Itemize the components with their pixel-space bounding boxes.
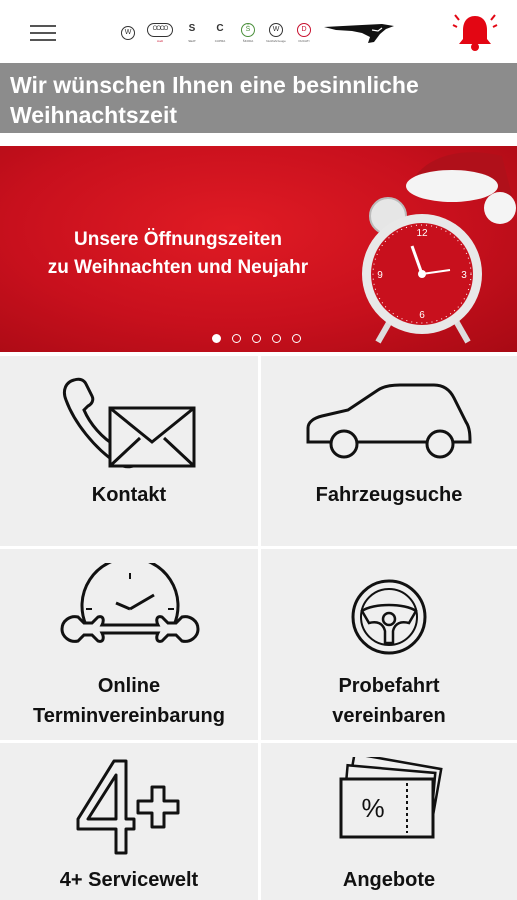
svg-text:%: % xyxy=(361,793,384,823)
clock-wrench-icon xyxy=(60,563,200,643)
tile-fahrzeugsuche[interactable]: Fahrzeugsuche xyxy=(261,356,517,546)
tile-servicewelt-label: 4+ Servicewelt xyxy=(59,869,199,891)
carousel-dot-5[interactable] xyxy=(292,334,301,343)
ducati-logo[interactable]: D DUCATI xyxy=(294,20,314,46)
svg-text:9: 9 xyxy=(377,270,383,281)
tile-angebote-label: Angebote xyxy=(342,869,436,891)
tile-termin-label: Online Terminvereinbarung xyxy=(33,675,225,727)
bell-icon[interactable] xyxy=(452,12,498,54)
carousel-dot-1[interactable] xyxy=(212,334,221,343)
skoda-logo[interactable]: Š ŠKODA xyxy=(238,20,258,46)
tile-angebote[interactable]: % Angebote xyxy=(261,743,517,900)
svg-text:3: 3 xyxy=(461,270,467,281)
seat-logo[interactable]: S SEAT xyxy=(182,20,202,46)
tile-servicewelt[interactable]: 4+ Servicewelt xyxy=(0,743,258,900)
tile-fahrzeugsuche-label: Fahrzeugsuche xyxy=(315,484,463,506)
percent-ticket-icon: % xyxy=(339,757,443,839)
cupra-logo[interactable]: C CUPRA xyxy=(210,20,230,46)
carousel-dot-2[interactable] xyxy=(232,334,241,343)
headline-line-1: Wir wünschen Ihnen eine besinnliche xyxy=(10,72,419,98)
leaping-cat-logo-icon[interactable] xyxy=(322,22,396,46)
carousel-dot-3[interactable] xyxy=(252,334,261,343)
hamburger-menu-icon[interactable] xyxy=(30,25,56,43)
steering-wheel-icon xyxy=(351,579,427,655)
banner-line-2: zu Weihnachten und Neujahr xyxy=(47,257,309,278)
greeting-headline: Wir wünschen Ihnen eine besinnliche Weih… xyxy=(0,63,517,133)
banner-text: Unsere Öffnungszeiten zu Weihnachten und… xyxy=(0,226,356,282)
alarm-clock-santa-hat-icon: 12 3 6 9 xyxy=(362,152,516,344)
tile-online-terminvereinbarung[interactable]: Online Terminvereinbarung xyxy=(0,549,258,740)
banner-line-1: Unsere Öffnungszeiten xyxy=(74,229,282,250)
promo-banner-carousel[interactable]: Unsere Öffnungszeiten zu Weihnachten und… xyxy=(0,146,517,352)
four-plus-icon xyxy=(76,759,180,855)
headline-line-2: Weihnachtszeit xyxy=(10,102,177,128)
main-menu-grid: Kontakt Fahrzeugsuche Online Terminverei… xyxy=(0,352,517,900)
car-icon xyxy=(306,383,472,459)
audi-logo[interactable]: OOOO Audi xyxy=(146,20,174,46)
vw-logo[interactable]: W xyxy=(118,20,138,46)
vw-nutzfahrzeuge-logo[interactable]: W Nutzfahrzeuge xyxy=(266,20,286,46)
phone-envelope-icon xyxy=(62,377,196,469)
carousel-pagination xyxy=(212,334,301,343)
tile-probefahrt[interactable]: Probefahrt vereinbaren xyxy=(261,549,517,740)
tile-kontakt[interactable]: Kontakt xyxy=(0,356,258,546)
brand-logos: W OOOO Audi S SEAT C CUPRA Š ŠKODA W Nut… xyxy=(118,18,314,48)
svg-text:12: 12 xyxy=(416,228,428,239)
svg-text:6: 6 xyxy=(419,310,425,321)
top-app-bar: W OOOO Audi S SEAT C CUPRA Š ŠKODA W Nut… xyxy=(0,0,517,62)
tile-probefahrt-label: Probefahrt vereinbaren xyxy=(332,675,446,727)
tile-kontakt-label: Kontakt xyxy=(91,484,167,506)
carousel-dot-4[interactable] xyxy=(272,334,281,343)
